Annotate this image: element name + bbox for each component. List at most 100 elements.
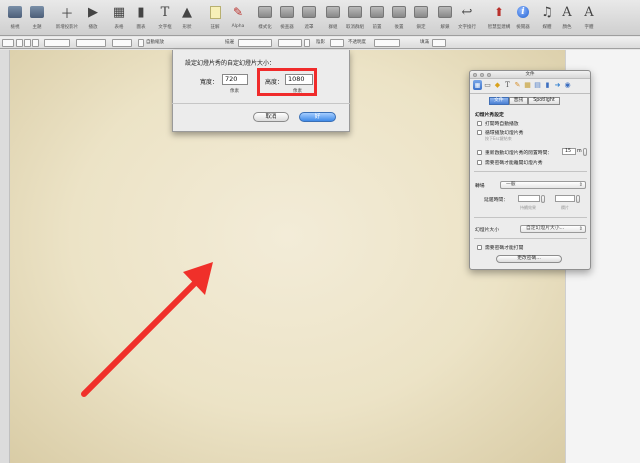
toolbar-button-fonts[interactable]: A 字體 xyxy=(574,2,604,34)
restart-checkbox[interactable] xyxy=(477,150,482,155)
main-toolbar: 檢視 主題＋新增投影片 ▶ 播放 ▦ 表格 ▮ 圖表 T 文字框 ▲ 形狀 註解 ✎ Alpha 樣式化 檢查器… xyxy=(0,0,640,36)
height-highlight-box xyxy=(257,68,317,96)
toolbar-button-theme[interactable]: 主題 xyxy=(22,2,52,34)
document-pane-icon[interactable]: ▦ xyxy=(473,80,482,90)
loop-hint: 按下Esc鍵結束 xyxy=(485,136,512,141)
direction-stepper[interactable] xyxy=(576,195,580,203)
icons-divider xyxy=(470,93,590,94)
slide-size-select[interactable]: 自定幻燈片大小... xyxy=(520,225,586,233)
hyperlink-pane-icon[interactable]: ➜ xyxy=(553,80,562,90)
change-password-button[interactable]: 更改密碼... xyxy=(496,255,562,263)
autosize-checkbox[interactable] xyxy=(138,39,144,47)
duration-label: 持續效果 xyxy=(520,205,536,210)
shadow-label: 陰影 xyxy=(316,40,325,45)
alpha-icon: ✎ xyxy=(232,4,244,19)
ok-button[interactable]: 好 xyxy=(299,112,336,122)
stroke-width-select[interactable] xyxy=(278,39,302,47)
align-buttons[interactable] xyxy=(44,39,70,47)
autosize-label: 自動縮放 xyxy=(146,40,164,45)
width-input[interactable]: 720 xyxy=(222,74,248,85)
direction-field[interactable] xyxy=(555,195,575,202)
comment-icon xyxy=(207,4,223,20)
metrics-pane-icon[interactable]: ▦ xyxy=(523,80,532,90)
text-box-icon: T xyxy=(160,4,170,20)
password-open-checkbox[interactable] xyxy=(477,245,482,250)
fill-label: 填滿 xyxy=(420,40,429,45)
password-open-label: 需要密碼才能打開 xyxy=(485,246,524,251)
front-icon xyxy=(369,4,385,20)
shape-icon: ▲ xyxy=(182,4,192,20)
opacity-label: 不透明度 xyxy=(348,40,366,45)
lock-icon xyxy=(413,4,429,20)
unlock-icon xyxy=(437,4,453,20)
theme-icon xyxy=(29,4,45,20)
stroke-label: 描邊 xyxy=(225,40,234,45)
slide-navigator-edge xyxy=(0,50,10,463)
play-icon: ▶ xyxy=(88,4,98,20)
delay-stepper[interactable] xyxy=(541,195,545,203)
auto-play-checkbox[interactable] xyxy=(477,121,482,126)
inspector-tabs: 文件 音訊 Spotlight xyxy=(489,97,560,105)
table-pane-icon[interactable]: ▤ xyxy=(533,80,542,90)
italic-button[interactable] xyxy=(24,39,31,47)
fill-color-well[interactable] xyxy=(432,39,446,47)
slide-size-label: 幻燈片大小 xyxy=(475,228,499,233)
shadow-checkbox[interactable] xyxy=(330,39,344,47)
bold-button[interactable] xyxy=(16,39,23,47)
width-unit: 像素 xyxy=(230,89,239,94)
inspector-pane-icons: ▦ ▭ ◆ T ✎ ▦ ▤ ▮ ➜ ◉ xyxy=(473,80,588,91)
toolbar-label: 主題 xyxy=(32,25,42,30)
colors-icon: A xyxy=(562,4,572,20)
tab-document[interactable]: 文件 xyxy=(489,97,509,105)
quicktime-pane-icon[interactable]: ◉ xyxy=(563,80,572,90)
text-pane-icon[interactable]: T xyxy=(503,80,512,90)
restart-time-field[interactable]: 15 xyxy=(562,148,576,155)
chart-icon: ▮ xyxy=(137,4,145,20)
cancel-button[interactable]: 取消 xyxy=(253,112,289,122)
stroke-color-well[interactable] xyxy=(304,39,310,47)
slide-pane-icon[interactable]: ▭ xyxy=(483,80,492,90)
toolbar-label: 字體 xyxy=(584,25,594,30)
table-icon: ▦ xyxy=(112,4,126,20)
slideshow-settings-heading: 幻燈片秀設定 xyxy=(475,113,504,118)
style-dropdown[interactable] xyxy=(2,39,14,47)
ungroup-icon xyxy=(347,4,363,20)
restart-label: 重新啟動幻燈片秀的閒置時間： xyxy=(485,151,553,156)
password-exit-checkbox[interactable] xyxy=(477,160,482,165)
stroke-style-select[interactable] xyxy=(238,39,272,47)
fonts-icon: A xyxy=(584,4,594,20)
password-exit-label: 需要密碼才能離開幻燈片秀 xyxy=(485,161,543,166)
restart-unit: m xyxy=(577,149,582,154)
style-icon xyxy=(257,4,273,20)
inspector-titlebar[interactable]: 文件 xyxy=(470,71,590,79)
loop-checkbox[interactable] xyxy=(477,130,482,135)
spacing-buttons[interactable] xyxy=(76,39,106,47)
restart-stepper[interactable] xyxy=(583,148,587,156)
tab-audio[interactable]: 音訊 xyxy=(508,97,529,105)
smart-build-icon: ⬆ xyxy=(493,4,505,19)
transition-label: 轉場 xyxy=(475,184,485,189)
transition-select[interactable]: 一般 xyxy=(500,181,586,189)
toolbar-button-wrap[interactable]: ↩ 文字換行 xyxy=(452,2,482,34)
transition-pane-icon[interactable]: ◆ xyxy=(493,80,502,90)
section-divider xyxy=(474,217,587,218)
dialog-title: 設定幻燈片秀的自定幻燈片大小： xyxy=(185,60,276,67)
graphic-pane-icon[interactable]: ✎ xyxy=(513,80,522,90)
tab-spotlight[interactable]: Spotlight xyxy=(528,97,560,105)
section-divider xyxy=(474,171,587,172)
section-divider xyxy=(474,238,587,239)
mask-icon xyxy=(301,4,317,20)
list-buttons[interactable] xyxy=(112,39,132,47)
chart-pane-icon[interactable]: ▮ xyxy=(543,80,552,90)
loop-label: 循環播放幻燈片秀 xyxy=(485,131,524,136)
new-slide-icon: ＋ xyxy=(60,6,74,22)
delay-field[interactable] xyxy=(518,195,540,202)
info-icon: i xyxy=(515,4,531,20)
view-icon xyxy=(7,4,23,20)
direction-label: 欄片 xyxy=(561,205,569,210)
opacity-field[interactable] xyxy=(374,39,400,47)
group-icon xyxy=(325,4,341,20)
width-label: 寬度： xyxy=(200,79,219,86)
underline-button[interactable] xyxy=(32,39,39,47)
document-inspector: 文件 ▦ ▭ ◆ T ✎ ▦ ▤ ▮ ➜ ◉ 文件 音訊 Spotlight 幻… xyxy=(469,70,591,270)
